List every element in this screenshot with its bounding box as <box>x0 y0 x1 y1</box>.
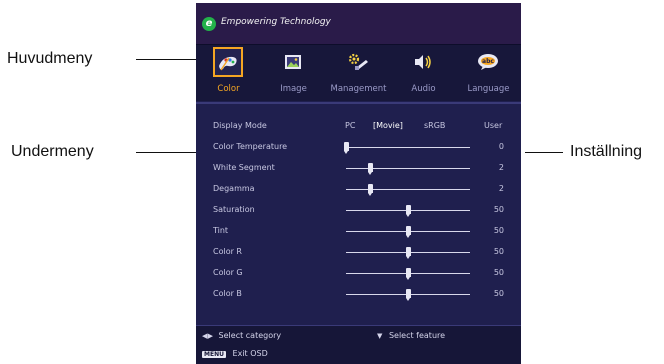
setting-label: Degamma <box>213 184 255 193</box>
setting-label: Saturation <box>213 205 255 214</box>
brand-logo-icon: e <box>202 17 216 31</box>
setting-label: Color R <box>213 247 242 256</box>
tab-label-color: Color <box>217 84 240 94</box>
setting-label: Color G <box>213 268 243 277</box>
menu-divider <box>196 102 521 104</box>
tab-label-language: Language <box>467 84 510 94</box>
menu-key-icon: MENU <box>202 351 226 358</box>
callout-setting: Inställning <box>570 143 643 160</box>
tab-audio[interactable]: Audio <box>391 45 456 101</box>
slider-thumb[interactable] <box>368 184 374 196</box>
help-exit-osd-text: Exit OSD <box>232 349 268 358</box>
setting-label: Color Temperature <box>213 142 288 151</box>
setting-row-tint[interactable]: Tint 50 <box>196 221 521 239</box>
language-abc-icon: abc <box>475 49 501 75</box>
setting-value: 50 <box>493 247 504 256</box>
setting-value: 0 <box>498 142 504 151</box>
image-picture-icon <box>280 49 306 75</box>
display-mode-option-srgb[interactable]: sRGB <box>424 121 445 130</box>
slider-thumb[interactable] <box>343 142 349 154</box>
color-palette-icon <box>213 47 243 77</box>
slider-thumb[interactable] <box>405 268 411 280</box>
setting-label: Color B <box>213 289 242 298</box>
setting-row-color-r[interactable]: Color R 50 <box>196 242 521 260</box>
slider-track[interactable] <box>346 147 470 148</box>
help-select-feature: ▼ Select feature <box>377 331 445 340</box>
osd-title-bar: e Empowering Technology <box>196 3 521 45</box>
slider-thumb[interactable] <box>405 226 411 238</box>
callout-sub-menu: Undermeny <box>11 143 94 160</box>
management-tools-icon <box>345 49 371 75</box>
setting-value: 50 <box>493 226 504 235</box>
tab-image[interactable]: Image <box>261 45 326 101</box>
setting-row-white-segment[interactable]: White Segment 2 <box>196 158 521 176</box>
tab-label-audio: Audio <box>411 84 436 94</box>
slider-thumb[interactable] <box>405 247 411 259</box>
speaker-icon <box>410 49 436 75</box>
left-right-arrows-icon: ◀ ▶ <box>202 332 213 340</box>
svg-text:abc: abc <box>482 58 494 65</box>
tab-management[interactable]: Management <box>326 45 391 101</box>
setting-row-display-mode[interactable]: Display Mode PC [Movie] sRGB User <box>196 116 521 134</box>
slider-track[interactable] <box>346 189 470 190</box>
setting-row-color-b[interactable]: Color B 50 <box>196 284 521 302</box>
tab-language[interactable]: abc Language <box>456 45 521 101</box>
slider-track[interactable] <box>346 168 470 169</box>
setting-row-saturation[interactable]: Saturation 50 <box>196 200 521 218</box>
tab-color[interactable]: Color <box>196 45 261 101</box>
help-select-category-text: Select category <box>218 331 282 340</box>
setting-label: Display Mode <box>213 121 267 130</box>
display-mode-option-movie[interactable]: [Movie] <box>373 121 403 130</box>
setting-label: Tint <box>213 226 229 235</box>
slider-thumb[interactable] <box>405 289 411 301</box>
slider-thumb[interactable] <box>405 205 411 217</box>
setting-row-degamma[interactable]: Degamma 2 <box>196 179 521 197</box>
setting-value: 50 <box>493 289 504 298</box>
tab-label-image: Image <box>280 84 307 94</box>
help-exit-osd: MENU Exit OSD <box>202 349 268 358</box>
osd-menu-panel: e Empowering Technology Color Image Mana… <box>196 3 521 364</box>
setting-value: 2 <box>498 163 504 172</box>
display-mode-option-user[interactable]: User <box>484 121 502 130</box>
tab-label-management: Management <box>330 84 387 94</box>
help-select-feature-text: Select feature <box>388 331 446 340</box>
callout-main-menu: Huvudmeny <box>7 50 93 67</box>
brand-tagline: Empowering Technology <box>221 17 331 27</box>
slider-thumb[interactable] <box>368 163 374 175</box>
setting-value: 2 <box>498 184 504 193</box>
leader-line-setting <box>525 152 563 153</box>
down-arrow-icon: ▼ <box>377 332 383 340</box>
setting-row-color-temperature[interactable]: Color Temperature 0 <box>196 137 521 155</box>
display-mode-option-pc[interactable]: PC <box>345 121 355 130</box>
help-select-category: ◀ ▶ Select category <box>202 331 281 340</box>
setting-value: 50 <box>493 268 504 277</box>
setting-label: White Segment <box>213 163 275 172</box>
osd-help-footer: ◀ ▶ Select category ▼ Select feature MEN… <box>196 325 521 364</box>
setting-value: 50 <box>493 205 504 214</box>
setting-row-color-g[interactable]: Color G 50 <box>196 263 521 281</box>
